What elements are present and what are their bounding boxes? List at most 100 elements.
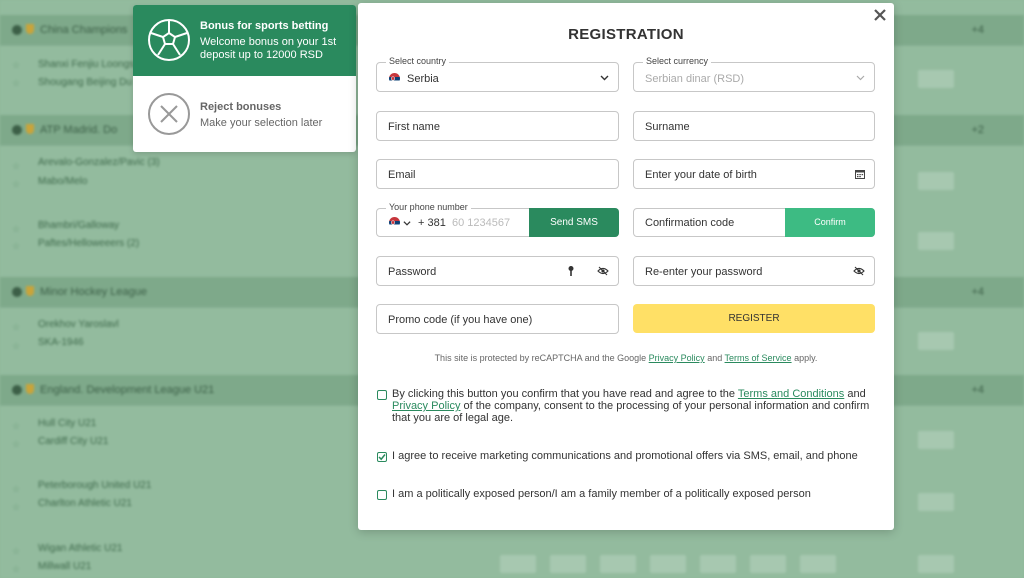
trophy-icon [26, 24, 34, 34]
surname-input[interactable]: Surname [633, 111, 875, 141]
password-placeholder: Password [388, 266, 437, 278]
recaptcha-notice: This site is protected by reCAPTCHA and … [358, 353, 894, 363]
terms-checkbox[interactable] [377, 390, 387, 400]
terms-checkbox-label: By clicking this button you confirm that… [392, 388, 882, 424]
date-of-birth-placeholder: Enter your date of birth [645, 169, 757, 181]
confirm-button[interactable]: Confirm [785, 208, 875, 237]
team-name[interactable]: Hull City U21 [38, 418, 96, 429]
league-name: England. Development League U21 [40, 384, 215, 396]
star-icon[interactable]: ☆ [12, 546, 21, 556]
date-of-birth-input[interactable]: Enter your date of birth [633, 159, 875, 189]
more-count: +4 [971, 384, 984, 396]
first-name-input[interactable]: First name [376, 111, 619, 141]
star-icon[interactable]: ☆ [12, 341, 21, 351]
team-name[interactable]: Peterborough United U21 [38, 480, 151, 491]
team-name[interactable]: Millwall U21 [38, 561, 91, 572]
eye-slash-icon[interactable] [597, 266, 609, 276]
team-name[interactable]: SKA-1946 [38, 337, 84, 348]
odds-cell[interactable] [500, 555, 536, 573]
recaptcha-text: and [704, 353, 725, 363]
checkmark-icon [378, 454, 386, 461]
first-name-placeholder: First name [388, 121, 440, 133]
team-name[interactable]: Orekhov Yaroslavl [38, 319, 119, 330]
pep-checkbox-label: I am a politically exposed person/I am a… [392, 488, 811, 500]
reenter-password-input[interactable]: Re-enter your password [633, 256, 875, 286]
marketing-checkbox[interactable] [377, 452, 387, 462]
serbia-flag-icon [389, 217, 400, 228]
bonus-option-sports[interactable]: Bonus for sports betting Welcome bonus o… [133, 5, 356, 76]
team-name[interactable]: Bhambri/Galloway [38, 220, 119, 231]
odds-cell[interactable] [918, 172, 954, 190]
currency-value: Serbian dinar (RSD) [645, 73, 745, 85]
email-input[interactable]: Email [376, 159, 619, 189]
calendar-icon[interactable] [855, 169, 865, 179]
star-icon[interactable]: ☆ [12, 322, 21, 332]
privacy-policy-link[interactable]: Privacy Policy [392, 400, 460, 412]
team-name[interactable]: Shanxi Fenjiu Loongs [38, 59, 134, 70]
team-name[interactable]: Wigan Athletic U21 [38, 543, 123, 554]
star-icon[interactable]: ☆ [12, 179, 21, 189]
terms-of-service-link[interactable]: Terms of Service [725, 353, 792, 363]
odds-cell[interactable] [918, 70, 954, 88]
recaptcha-text: This site is protected by reCAPTCHA and … [434, 353, 649, 363]
team-name[interactable]: Shougang Beijing Du [38, 77, 132, 88]
star-icon[interactable]: ☆ [12, 161, 21, 171]
star-icon[interactable]: ☆ [12, 78, 21, 88]
team-name[interactable]: Arevalo-Gonzalez/Pavic (3) [38, 157, 160, 168]
soccer-ball-icon [148, 19, 190, 61]
more-count: +4 [971, 24, 984, 36]
bonus-option-reject[interactable] [133, 76, 356, 152]
odds-cell[interactable] [918, 493, 954, 511]
odds-cell[interactable] [918, 232, 954, 250]
star-icon[interactable]: ☆ [12, 224, 21, 234]
chevron-down-icon [856, 75, 865, 81]
star-icon[interactable]: ☆ [12, 421, 21, 431]
pep-checkbox[interactable] [377, 490, 387, 500]
odds-cell[interactable] [918, 332, 954, 350]
team-name[interactable]: Cardiff City U21 [38, 436, 108, 447]
bonus-panel: Bonus for sports betting Welcome bonus o… [133, 5, 356, 152]
odds-cell[interactable] [750, 555, 786, 573]
trophy-icon [26, 384, 34, 394]
surname-placeholder: Surname [645, 121, 690, 133]
reject-description: Make your selection later [200, 117, 323, 129]
country-value: Serbia [407, 73, 439, 85]
eye-slash-icon[interactable] [853, 266, 865, 276]
reject-circle-x-icon [148, 93, 190, 135]
chevron-down-icon[interactable] [403, 219, 411, 227]
team-name[interactable]: Paftes/Helloweeers (2) [38, 238, 139, 249]
star-icon[interactable]: ☆ [12, 60, 21, 70]
odds-cell[interactable] [600, 555, 636, 573]
odds-cell[interactable] [918, 431, 954, 449]
star-icon[interactable]: ☆ [12, 241, 21, 251]
odds-cell[interactable] [550, 555, 586, 573]
sport-icon [12, 287, 22, 297]
team-name[interactable]: Mabo/Melo [38, 176, 87, 187]
reenter-password-placeholder: Re-enter your password [645, 266, 763, 278]
star-icon[interactable]: ☆ [12, 439, 21, 449]
odds-cell[interactable] [700, 555, 736, 573]
country-select[interactable]: Select country Serbia [376, 56, 619, 92]
odds-cell[interactable] [918, 555, 954, 573]
terms-and-conditions-link[interactable]: Terms and Conditions [738, 388, 844, 400]
phone-input[interactable]: Your phone number + 381 60 1234567 Send … [376, 202, 619, 237]
currency-select[interactable]: Select currency Serbian dinar (RSD) [633, 56, 875, 92]
confirmation-code-input[interactable]: Confirmation code Confirm [633, 208, 875, 237]
registration-modal: REGISTRATION Select country Serbia Selec… [358, 3, 894, 530]
register-button[interactable]: REGISTER [633, 304, 875, 333]
star-icon[interactable]: ☆ [12, 502, 21, 512]
odds-cell[interactable] [800, 555, 836, 573]
password-input[interactable]: Password [376, 256, 619, 286]
page-title: REGISTRATION [568, 26, 684, 43]
close-icon[interactable] [872, 7, 888, 23]
promo-code-input[interactable]: Promo code (if you have one) [376, 304, 619, 334]
terms-text: By clicking this button you confirm that… [392, 388, 738, 400]
odds-cell[interactable] [650, 555, 686, 573]
more-count: +4 [971, 286, 984, 298]
chevron-down-icon [600, 75, 609, 81]
star-icon[interactable]: ☆ [12, 564, 21, 574]
send-sms-button[interactable]: Send SMS [529, 208, 619, 237]
privacy-policy-link[interactable]: Privacy Policy [649, 353, 705, 363]
team-name[interactable]: Charlton Athletic U21 [38, 498, 132, 509]
star-icon[interactable]: ☆ [12, 484, 21, 494]
